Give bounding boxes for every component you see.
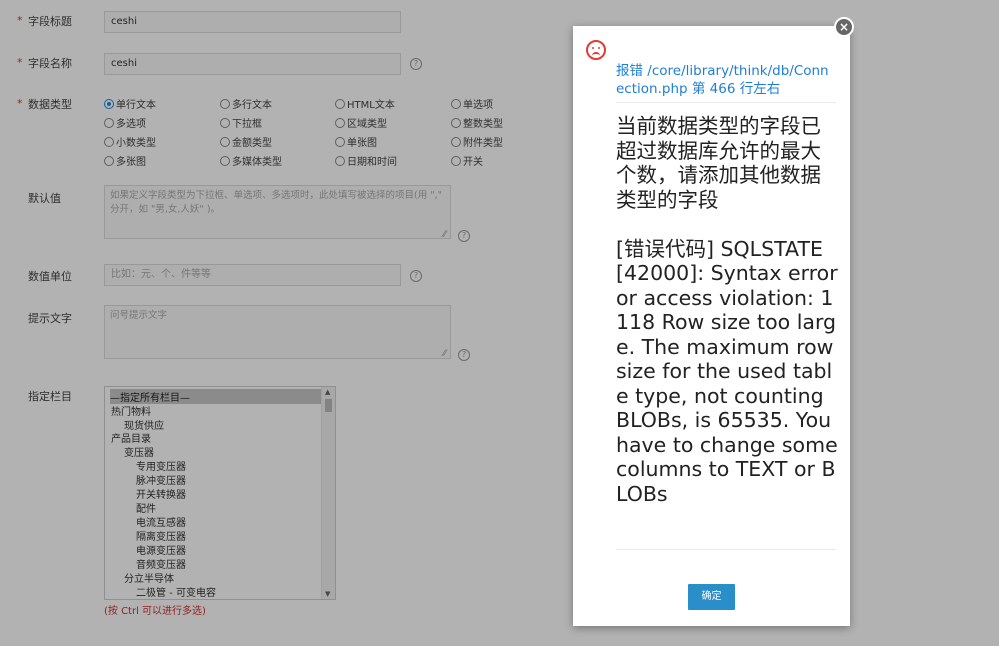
error-dialog: 报错 /core/library/think/db/Connection.php… xyxy=(573,26,850,626)
divider xyxy=(616,102,836,103)
error-message: 当前数据类型的字段已超过数据库允许的最大个数，请添加其他数据类型的字段 [错误代… xyxy=(616,114,838,506)
close-icon[interactable]: × xyxy=(834,17,854,37)
ok-button[interactable]: 确定 xyxy=(688,584,735,610)
sad-face-icon xyxy=(586,40,606,60)
error-location: 报错 /core/library/think/db/Connection.php… xyxy=(616,63,829,97)
divider xyxy=(616,549,836,550)
